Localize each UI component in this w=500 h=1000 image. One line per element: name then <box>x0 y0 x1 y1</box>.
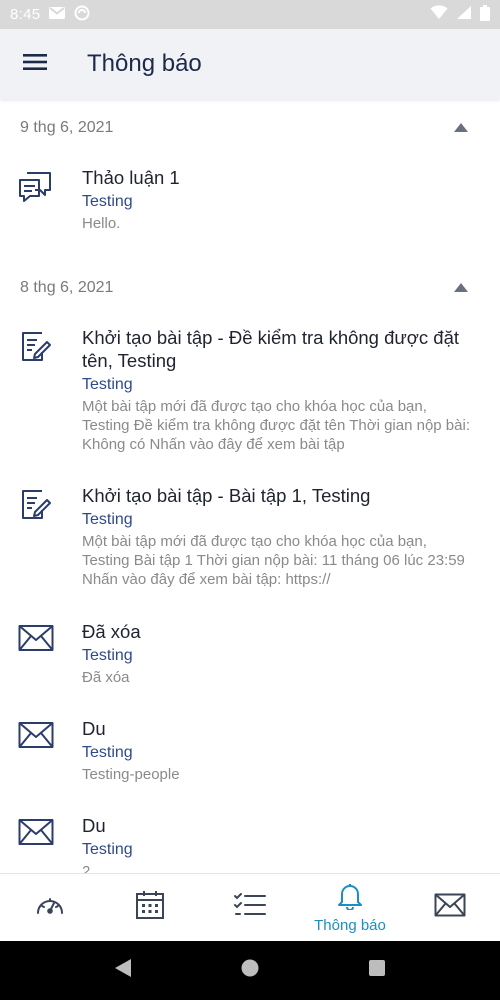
notification-list[interactable]: 9 thg 6, 2021 Thảo luận 1 Testing Hello.… <box>0 100 500 873</box>
gmail-notification-icon <box>48 6 66 24</box>
hamburger-menu-icon <box>23 53 47 76</box>
notification-title: Khởi tạo bài tập - Đề kiểm tra không đượ… <box>82 327 460 371</box>
tab-label: Thông báo <box>314 916 386 934</box>
notification-title: Du <box>82 815 106 836</box>
collapse-caret-icon[interactable] <box>454 279 468 297</box>
tab-dashboard[interactable] <box>0 874 100 941</box>
notification-item[interactable]: Khởi tạo bài tập - Đề kiểm tra không đượ… <box>0 316 500 474</box>
notification-title: Khởi tạo bài tập - Bài tập 1, Testing <box>82 485 371 506</box>
date-group-header[interactable]: 9 thg 6, 2021 <box>0 100 500 156</box>
notification-item[interactable]: Du Testing Testing-people <box>0 707 500 804</box>
notification-course: Testing <box>82 647 133 664</box>
system-navigation-bar <box>0 941 500 1000</box>
page-title: Thông báo <box>87 50 202 77</box>
wifi-icon <box>430 5 448 24</box>
date-group-header[interactable]: 8 thg 6, 2021 <box>0 260 500 316</box>
notification-title: Du <box>82 718 106 739</box>
notification-course: Testing <box>82 744 133 761</box>
status-bar: 8:45 <box>0 0 500 29</box>
bell-icon <box>336 882 364 915</box>
mail-icon <box>18 620 82 697</box>
status-time: 8:45 <box>10 6 41 23</box>
group-date: 8 thg 6, 2021 <box>20 279 114 296</box>
mail-icon <box>18 814 82 873</box>
mail-icon <box>18 717 82 794</box>
notification-message: Testing-people <box>82 766 180 783</box>
notification-item[interactable]: Đã xóa Testing Đã xóa <box>0 610 500 707</box>
tab-todo[interactable] <box>200 874 300 941</box>
tab-notifications[interactable]: Thông báo <box>300 874 400 941</box>
bottom-navigation: Thông báo <box>0 873 500 941</box>
todo-list-icon <box>234 893 266 922</box>
menu-button[interactable] <box>0 29 70 99</box>
tab-calendar[interactable] <box>100 874 200 941</box>
notification-message: 2 <box>82 863 91 873</box>
notification-item[interactable]: Du Testing 2 <box>0 804 500 873</box>
notification-message: Một bài tập mới đã được tạo cho khóa học… <box>82 398 470 453</box>
notification-course: Testing <box>82 193 133 210</box>
tab-inbox[interactable] <box>400 874 500 941</box>
calendar-icon <box>135 890 165 925</box>
inbox-icon <box>434 893 466 922</box>
notification-title: Đã xóa <box>82 621 141 642</box>
notification-message: Hello. <box>82 215 121 232</box>
sync-icon <box>74 5 90 25</box>
battery-icon <box>480 4 490 25</box>
notification-title: Thảo luận 1 <box>82 167 180 188</box>
app-bar: Thông báo <box>0 29 500 99</box>
collapse-caret-icon[interactable] <box>454 119 468 137</box>
group-date: 9 thg 6, 2021 <box>20 119 114 136</box>
notification-message: Một bài tập mới đã được tạo cho khóa học… <box>82 533 465 588</box>
signal-icon <box>456 5 472 24</box>
assignment-icon <box>18 484 82 600</box>
notification-item[interactable]: Thảo luận 1 Testing Hello. <box>0 156 500 260</box>
home-icon[interactable] <box>240 958 260 983</box>
notification-message: Đã xóa <box>82 669 130 686</box>
assignment-icon <box>18 326 82 464</box>
dashboard-icon <box>35 894 65 921</box>
notification-course: Testing <box>82 841 133 858</box>
back-icon[interactable] <box>114 958 132 983</box>
recents-icon[interactable] <box>368 959 386 982</box>
notification-item[interactable]: Khởi tạo bài tập - Bài tập 1, Testing Te… <box>0 474 500 610</box>
discussion-icon <box>18 166 82 250</box>
notification-course: Testing <box>82 376 133 393</box>
notification-course: Testing <box>82 511 133 528</box>
